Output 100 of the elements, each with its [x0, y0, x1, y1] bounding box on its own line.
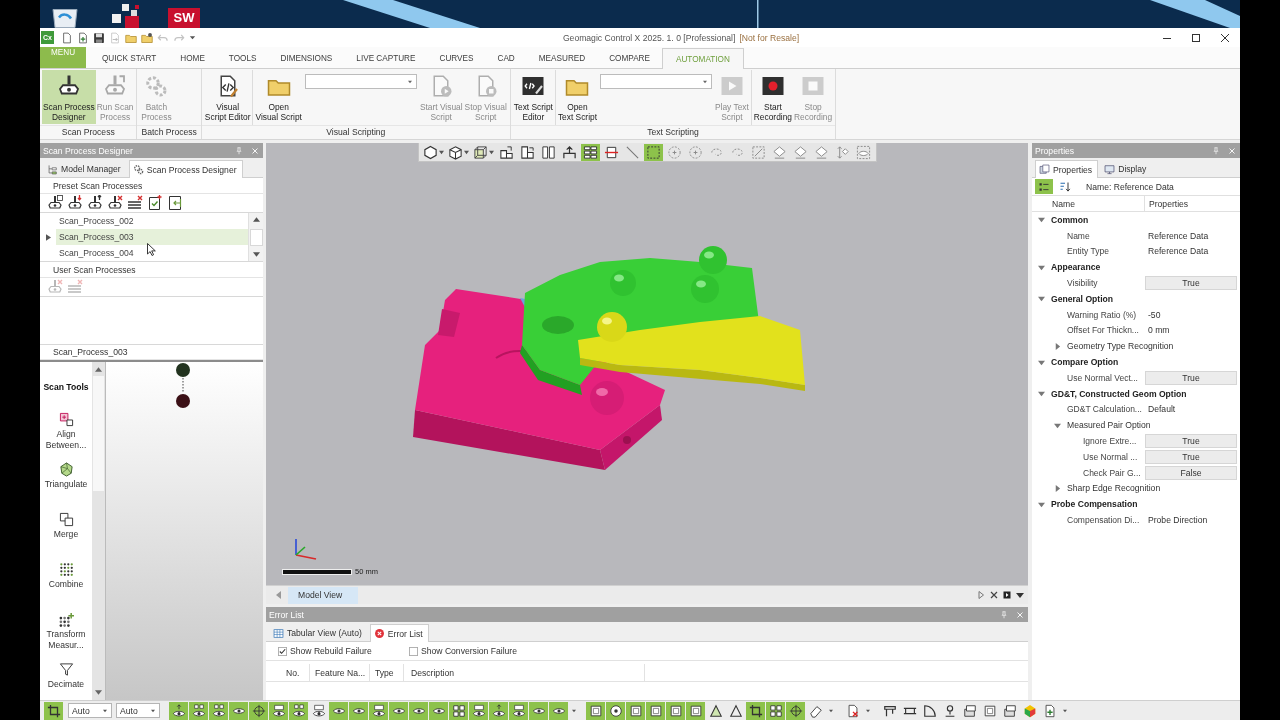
list-delete-icon[interactable]	[127, 195, 143, 211]
ribbon-button[interactable]: Scan Process Designer	[42, 70, 96, 124]
toolbar-button[interactable]	[189, 701, 208, 720]
list-item[interactable]: Scan_Process_003	[56, 229, 248, 245]
scroll-thumb[interactable]	[249, 228, 263, 246]
scroll-thumb[interactable]	[93, 376, 104, 491]
ribbon-tab[interactable]: COMPARE	[597, 48, 662, 68]
toolbar-button[interactable]	[369, 701, 388, 720]
probe-arrow-up-icon[interactable]	[87, 195, 103, 211]
checkbox-label[interactable]: Show Rebuild Failure	[290, 646, 372, 656]
clipboard-check-icon[interactable]	[147, 195, 163, 211]
caret-down-icon[interactable]	[571, 708, 577, 713]
caret-down-icon[interactable]	[1062, 708, 1068, 713]
ribbon-button[interactable]: Text Script Editor	[512, 70, 554, 124]
flow-node[interactable]	[176, 363, 190, 377]
ribbon-tab[interactable]: TOOLS	[216, 48, 269, 68]
tool-button[interactable]: Decimate	[40, 662, 92, 700]
tool-button[interactable]: Merge	[40, 512, 92, 562]
checkbox[interactable]	[278, 646, 287, 656]
arrow-up-icon[interactable]	[252, 217, 260, 222]
probe-delete-icon[interactable]	[107, 195, 123, 211]
toolbar-button[interactable]	[289, 701, 308, 720]
list-item[interactable]: Scan_Process_004	[56, 245, 248, 261]
view-mode-button[interactable]	[1035, 179, 1053, 194]
close-icon[interactable]	[1220, 32, 1230, 43]
ribbon-tab[interactable]: CAD	[485, 48, 527, 68]
caret-down-icon[interactable]	[828, 708, 834, 713]
panel-tab[interactable]: Model Manager	[43, 160, 127, 177]
tool-button[interactable]: Triangulate	[40, 462, 92, 512]
maximize-icon[interactable]	[1191, 32, 1201, 43]
checkbox[interactable]	[409, 646, 418, 656]
toolbar-button[interactable]	[44, 701, 63, 720]
tool-button[interactable]: Align Between...	[40, 412, 92, 462]
toolbar-button[interactable]	[580, 143, 600, 161]
toolbar-button[interactable]	[469, 701, 488, 720]
column-header[interactable]: Type	[370, 663, 404, 682]
list-scrollbar[interactable]	[248, 213, 263, 261]
caret-down-icon[interactable]	[1016, 591, 1024, 599]
tools-scrollbar[interactable]	[92, 362, 105, 700]
toolbar-button[interactable]	[229, 701, 248, 720]
value-dropdown[interactable]: True	[1145, 370, 1237, 385]
ribbon-tab[interactable]: CURVES	[427, 48, 486, 68]
tool-button[interactable]: Transform Measur...	[40, 612, 92, 662]
toolbar-button[interactable]	[269, 701, 288, 720]
toolbar-button[interactable]	[489, 701, 508, 720]
dropdown[interactable]: Auto	[68, 703, 112, 718]
value-dropdown[interactable]: False	[1145, 465, 1237, 480]
value-dropdown[interactable]: True	[1145, 276, 1237, 291]
ribbon-button[interactable]: Start Recording	[752, 70, 793, 124]
toolbar-button[interactable]	[746, 701, 765, 720]
toolbar-button[interactable]	[529, 701, 548, 720]
ribbon-tab[interactable]: DIMENSIONS	[268, 48, 345, 68]
folder-gear-icon[interactable]	[141, 31, 153, 44]
toolbar-button[interactable]	[409, 701, 428, 720]
dropdown[interactable]: Auto	[116, 703, 160, 718]
panel-tab[interactable]: Error List	[369, 624, 429, 642]
page-plus-icon[interactable]	[77, 31, 89, 44]
mesh-part-drawing[interactable]	[578, 312, 805, 391]
ribbon-button[interactable]: Open Visual Script	[254, 70, 303, 124]
panel-tab[interactable]: Display	[1100, 160, 1153, 177]
close-icon[interactable]	[990, 591, 998, 599]
ribbon-tab[interactable]: HOME	[168, 48, 217, 68]
panel-tab[interactable]: Scan Process Designer	[128, 160, 243, 178]
value-dropdown[interactable]: True	[1145, 434, 1237, 449]
toolbar-button[interactable]	[429, 701, 448, 720]
ribbon-button[interactable]: Visual Script Editor	[203, 70, 252, 124]
probe-page-icon[interactable]	[47, 195, 63, 211]
toolbar-button[interactable]	[446, 143, 470, 161]
panel-tab[interactable]: Properties	[1035, 160, 1099, 178]
toolbar-button[interactable]	[471, 143, 495, 161]
caret-down-icon[interactable]	[865, 708, 871, 713]
arrow-down-icon[interactable]	[95, 690, 102, 695]
toolbar-button[interactable]	[169, 701, 188, 720]
arrow-right-icon[interactable]	[977, 591, 985, 599]
tool-button[interactable]: Combine	[40, 562, 92, 612]
caret-right-icon[interactable]	[1054, 484, 1061, 492]
toolbar-button[interactable]	[209, 701, 228, 720]
toolbar-button[interactable]	[349, 701, 368, 720]
caret-right-icon[interactable]	[1054, 342, 1061, 350]
toolbar-button[interactable]	[549, 701, 568, 720]
toolbar-button[interactable]	[329, 701, 348, 720]
flow-node[interactable]	[176, 394, 190, 408]
ribbon-tab[interactable]: QUICK START	[90, 48, 169, 68]
column-header[interactable]: Feature Na...	[310, 663, 370, 682]
arrow-down-icon[interactable]	[252, 252, 260, 257]
toolbar-button[interactable]	[606, 701, 625, 720]
value-dropdown[interactable]: True	[1145, 449, 1237, 464]
list-item[interactable]: Scan_Process_002	[56, 213, 248, 229]
square-arrow-icon[interactable]	[1003, 591, 1011, 599]
page-icon[interactable]	[61, 31, 73, 44]
panel-tab[interactable]: Tabular View (Auto)	[269, 624, 368, 641]
logo-badge[interactable]: SW	[168, 8, 200, 28]
caret-down-icon[interactable]	[189, 34, 196, 41]
ribbon-button[interactable]: Open Text Script	[556, 70, 598, 124]
toolbar-button[interactable]	[249, 701, 268, 720]
document-tab[interactable]: Model View	[288, 586, 359, 604]
ribbon-tab[interactable]: LIVE CAPTURE	[344, 48, 428, 68]
toolbar-button[interactable]	[786, 701, 805, 720]
toolbar-button[interactable]	[421, 143, 445, 161]
toolbar-button[interactable]	[766, 701, 785, 720]
